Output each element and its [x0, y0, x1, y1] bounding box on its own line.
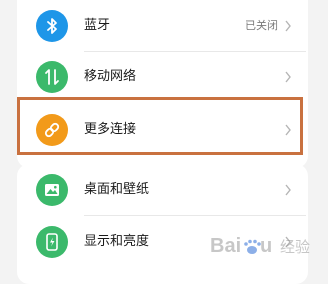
settings-item-label: 桌面和壁纸: [84, 182, 150, 197]
chevron-right-icon: [285, 20, 291, 32]
settings-item-label: 移动网络: [84, 69, 137, 84]
highlight-box: [17, 97, 303, 155]
divider: [84, 51, 306, 52]
settings-item-label: 显示和亮度: [84, 234, 150, 249]
settings-item-label: 蓝牙: [84, 18, 111, 33]
display-brightness-icon: [36, 226, 68, 258]
svg-text:u: u: [260, 235, 272, 257]
settings-item-home-wallpaper[interactable]: 桌面和壁纸: [20, 166, 306, 214]
svg-text:经验: 经验: [280, 238, 310, 256]
svg-text:Bai: Bai: [210, 235, 241, 257]
bluetooth-status: 已关闭: [245, 19, 278, 32]
settings-item-bluetooth[interactable]: 蓝牙 已关闭: [20, 2, 306, 50]
wallpaper-icon: [36, 174, 68, 206]
settings-item-mobile-network[interactable]: 移动网络: [20, 53, 306, 101]
chevron-right-icon: [285, 71, 291, 83]
bluetooth-icon: [36, 10, 68, 42]
chevron-right-icon: [285, 184, 291, 196]
divider: [84, 215, 306, 216]
baidu-watermark-logo: Bai u 经验: [210, 235, 310, 257]
mobile-network-icon: [36, 61, 68, 93]
